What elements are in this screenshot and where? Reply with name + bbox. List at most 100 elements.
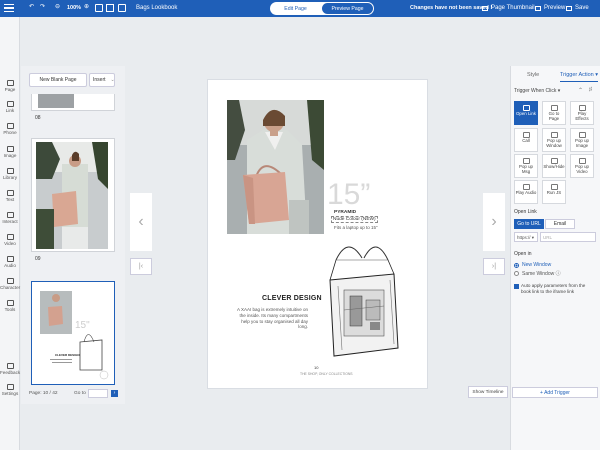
layout-icon[interactable]	[118, 4, 126, 12]
delete-trigger-icon[interactable]: ♯	[589, 87, 592, 93]
fit-icon[interactable]	[106, 4, 114, 12]
book-title[interactable]: Bags Lookbook	[136, 5, 177, 11]
tools-icon	[6, 300, 14, 306]
product-name[interactable]: PYRAMID	[334, 210, 356, 215]
nav-phone[interactable]: Phone	[0, 123, 20, 135]
trigger-when-select[interactable]: Trigger When Click ▾	[514, 88, 560, 94]
page-thumbnail-button[interactable]: Page Thumbnail	[482, 5, 535, 11]
thumbnail-icon	[482, 5, 488, 11]
auto-apply-checkbox[interactable]	[514, 284, 519, 289]
nav-feedback[interactable]: Feedback	[0, 363, 20, 375]
edit-page-toggle[interactable]: Edit Page	[270, 2, 321, 15]
chevron-left-icon: ‹	[138, 213, 144, 230]
action-popup-window[interactable]: Pop up Window	[542, 128, 566, 152]
next-page-arrow[interactable]: ›	[483, 193, 505, 251]
action-run-js[interactable]: Run JS	[542, 180, 566, 204]
new-blank-page-button[interactable]: New Blank Page	[29, 73, 87, 87]
bag-xray-image[interactable]	[318, 240, 408, 360]
thumbnail-image	[36, 142, 108, 249]
tab-style[interactable]: Style	[527, 72, 539, 78]
insert-select[interactable]: Insert ⌄	[89, 73, 115, 87]
page-icon	[6, 80, 14, 86]
nav-video[interactable]: Video	[0, 234, 20, 246]
auto-apply-label: Auto apply parameters from the book link…	[521, 283, 586, 294]
menu-icon[interactable]	[4, 4, 14, 13]
library-icon	[6, 168, 14, 174]
grid-icon[interactable]	[95, 4, 103, 12]
nav-page[interactable]: Page	[0, 80, 20, 92]
action-show-hide[interactable]: Show/Hide	[542, 154, 566, 178]
zoom-level: 100%	[67, 5, 82, 11]
preview-button[interactable]: Preview	[535, 5, 565, 11]
url-input[interactable]: URL	[540, 232, 596, 242]
goto-page-input[interactable]	[88, 389, 108, 398]
size-number[interactable]: 15”	[327, 178, 370, 212]
nav-text[interactable]: Text	[0, 190, 20, 202]
colour-text-selected[interactable]: Nude Colour (NEW)	[331, 216, 378, 223]
goto-label: Go to	[74, 391, 86, 396]
goto-url-button[interactable]: Go to URL	[514, 219, 544, 229]
character-icon	[6, 278, 14, 284]
protocol-select[interactable]: https:// ▾	[514, 232, 538, 242]
same-window-radio[interactable]	[514, 271, 519, 276]
page-thumbnail-10[interactable]: 15" CLEVER DESIGN	[31, 281, 115, 385]
zoom-in-icon[interactable]: ⊕	[84, 3, 89, 10]
image-icon	[6, 146, 14, 152]
undo-icon[interactable]: ↶	[29, 3, 34, 10]
page-thumbnail-09[interactable]	[31, 138, 115, 252]
collapse-up-icon[interactable]: ⌃	[578, 87, 583, 94]
fits-laptop-text[interactable]: Fits a laptop up to 15”	[334, 225, 378, 230]
zoom-out-icon[interactable]: ⊖	[55, 3, 60, 10]
nav-library[interactable]: Library	[0, 168, 20, 180]
goto-page-button[interactable]: ›	[111, 390, 118, 397]
save-button[interactable]: Save	[566, 5, 589, 11]
nav-audio[interactable]: Audio	[0, 256, 20, 268]
nav-image[interactable]: Image	[0, 146, 20, 158]
model-photo[interactable]	[227, 100, 324, 234]
preview-icon	[535, 5, 541, 11]
section-heading[interactable]: CLEVER DESIGN	[262, 295, 322, 302]
model-photo-image	[227, 100, 324, 234]
chevron-right-icon: ›	[491, 213, 497, 230]
email-button[interactable]: Email	[545, 219, 575, 229]
last-page-icon: ›|	[491, 263, 497, 270]
video-icon	[6, 234, 14, 240]
action-open-link[interactable]: Open Link	[514, 101, 538, 125]
nav-link[interactable]: Link	[0, 101, 20, 113]
open-link-section-label: Open Link	[514, 209, 537, 215]
add-trigger-button[interactable]: + Add Trigger	[512, 387, 598, 398]
page-thumbnail-08[interactable]	[31, 94, 115, 111]
action-go-to-page[interactable]: Go to Page	[542, 101, 566, 125]
action-play-audio[interactable]: Play Audio	[514, 180, 538, 204]
nav-tools[interactable]: Tools	[0, 300, 20, 312]
same-window-label: Same Window ⓘ	[522, 271, 561, 277]
mode-switch: Edit Page Preview Page	[270, 2, 374, 15]
thumbnail-image: 15" CLEVER DESIGN	[40, 291, 109, 380]
open-in-label: Open in	[514, 251, 532, 257]
svg-text:15": 15"	[75, 320, 90, 331]
action-play-effects[interactable]: Play Effects	[570, 101, 594, 125]
action-popup-video[interactable]: Pop up Video	[570, 154, 594, 178]
preview-page-toggle[interactable]: Preview Page	[322, 3, 373, 14]
new-window-radio[interactable]	[514, 263, 519, 268]
first-page-button[interactable]: |‹	[130, 258, 152, 275]
action-call[interactable]: Call	[514, 128, 538, 152]
tab-trigger-action[interactable]: Trigger Action ▾	[560, 72, 599, 82]
page-indicator: Page: 10 / 42	[29, 391, 58, 396]
link-icon	[6, 101, 14, 107]
nav-character[interactable]: Character	[0, 278, 20, 290]
action-popup-image[interactable]: Pop up Image	[570, 128, 594, 152]
action-popup-msg[interactable]: Pop up Msg	[514, 154, 538, 178]
redo-icon[interactable]: ↷	[40, 3, 45, 10]
last-page-button[interactable]: ›|	[483, 258, 505, 275]
left-nav-top	[0, 17, 20, 68]
description-text[interactable]: A XAAI bag is extremely intuitive on the…	[232, 307, 308, 330]
nav-settings[interactable]: Settings	[0, 384, 20, 396]
info-icon: ⓘ	[555, 271, 561, 277]
first-page-icon: |‹	[138, 263, 144, 270]
previous-page-arrow[interactable]: ‹	[130, 193, 152, 251]
phone-icon	[6, 123, 14, 129]
nav-interact[interactable]: Interact	[0, 212, 20, 224]
settings-icon	[6, 384, 14, 390]
show-timeline-button[interactable]: Show Timeline	[468, 386, 508, 398]
